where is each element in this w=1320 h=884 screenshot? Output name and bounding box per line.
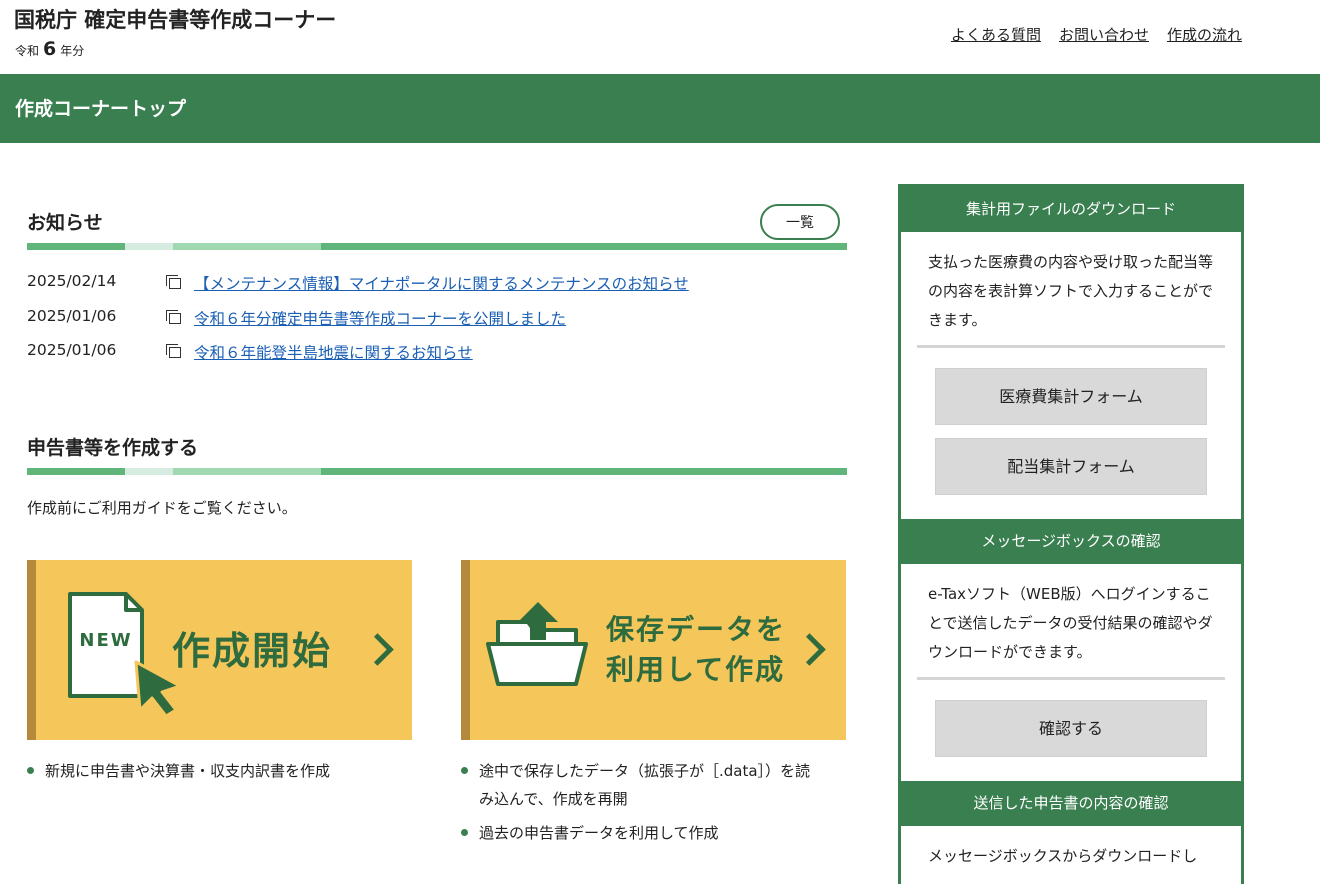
- site-header: 国税庁 確定申告書等作成コーナー 令和 6 年分 よくある質問 お問い合わせ 作成の…: [0, 0, 1320, 74]
- list-item: 2025/02/14 【メンテナンス情報】マイナポータルに関するメンテナンスのお…: [27, 268, 847, 303]
- use-saved-label-line2: 利用して作成: [606, 653, 786, 686]
- new-window-icon: [166, 275, 181, 289]
- news-list-button[interactable]: 一覧: [760, 204, 840, 240]
- create-divider: [27, 468, 847, 475]
- confirm-button[interactable]: 確認する: [935, 700, 1207, 757]
- news-date: 2025/01/06: [27, 341, 117, 359]
- list-item: 新規に申告書や決算書・収支内訳書を作成: [27, 757, 412, 785]
- new-description: 新規に申告書や決算書・収支内訳書を作成: [27, 757, 412, 785]
- era-suffix: 年分: [60, 44, 85, 58]
- new-badge: NEW: [79, 630, 132, 651]
- list-item: 過去の申告書データを利用して作成: [461, 819, 821, 847]
- news-link[interactable]: 【メンテナンス情報】マイナポータルに関するメンテナンスのお知らせ: [194, 272, 689, 294]
- list-item: 2025/01/06 令和６年能登半島地震に関するお知らせ: [27, 337, 847, 372]
- messagebox-section-text: e-Taxソフト（WEB版）へログインすることで送信したデータの受付結果の確認や…: [928, 585, 1213, 661]
- chevron-right-icon: [793, 633, 826, 666]
- chevron-right-icon: [361, 633, 394, 666]
- tax-year: 令和 6 年分: [15, 38, 84, 60]
- new-document-icon: NEW: [68, 592, 182, 718]
- era-prefix: 令和: [15, 44, 40, 58]
- folder-upload-icon: [486, 602, 588, 686]
- use-saved-label-line1: 保存データを: [606, 613, 787, 646]
- new-window-icon: [166, 309, 181, 324]
- list-item: 途中で保存したデータ（拡張子が［.data］）を読み込んで、作成を再開: [461, 757, 821, 813]
- sent-return-section-text: メッセージボックスからダウンロードし: [928, 847, 1198, 865]
- download-section-head: 集計用ファイルのダウンロード: [901, 187, 1241, 232]
- start-new-button[interactable]: NEW 作成開始: [27, 560, 412, 740]
- news-title: お知らせ: [27, 212, 103, 234]
- news-date: 2025/02/14: [27, 272, 117, 290]
- guide-text: 作成前にご利用ガイドをご覧ください。: [27, 499, 297, 517]
- contact-link[interactable]: お問い合わせ: [1059, 24, 1149, 45]
- news-divider: [27, 243, 847, 250]
- news-list: 2025/02/14 【メンテナンス情報】マイナポータルに関するメンテナンスのお…: [27, 268, 847, 372]
- news-date: 2025/01/06: [27, 306, 117, 325]
- page-title: 作成コーナートップ: [15, 98, 187, 120]
- medical-form-button[interactable]: 医療費集計フォーム: [935, 368, 1207, 425]
- header-nav: よくある質問 お問い合わせ 作成の流れ: [951, 24, 1242, 45]
- use-saved-label: 保存データを 利用して作成: [606, 610, 786, 690]
- sent-return-section-head: 送信した申告書の内容の確認: [901, 781, 1241, 826]
- sidebar: 集計用ファイルのダウンロード 支払った医療費の内容や受け取った配当等の内容を表計…: [898, 184, 1244, 884]
- news-link[interactable]: 令和６年能登半島地震に関するお知らせ: [194, 341, 473, 363]
- start-new-label: 作成開始: [172, 629, 333, 673]
- create-title: 申告書等を作成する: [27, 437, 199, 459]
- page-title-bar: 作成コーナートップ: [0, 74, 1320, 143]
- list-item: 2025/01/06 令和６年分確定申告書等作成コーナーを公開しました: [27, 303, 847, 338]
- faq-link[interactable]: よくある質問: [951, 24, 1041, 45]
- download-section-text: 支払った医療費の内容や受け取った配当等の内容を表計算ソフトで入力することができま…: [928, 253, 1214, 329]
- era-year: 6: [43, 38, 57, 60]
- news-link[interactable]: 令和６年分確定申告書等作成コーナーを公開しました: [194, 307, 566, 329]
- dividend-form-button[interactable]: 配当集計フォーム: [935, 438, 1207, 495]
- new-window-icon: [166, 344, 181, 358]
- messagebox-section-head: メッセージボックスの確認: [901, 519, 1241, 564]
- use-saved-data-button[interactable]: 保存データを 利用して作成: [461, 560, 846, 740]
- saved-description: 途中で保存したデータ（拡張子が［.data］）を読み込んで、作成を再開 過去の申…: [461, 757, 821, 847]
- flow-link[interactable]: 作成の流れ: [1167, 24, 1242, 45]
- site-title[interactable]: 国税庁 確定申告書等作成コーナー: [14, 4, 336, 34]
